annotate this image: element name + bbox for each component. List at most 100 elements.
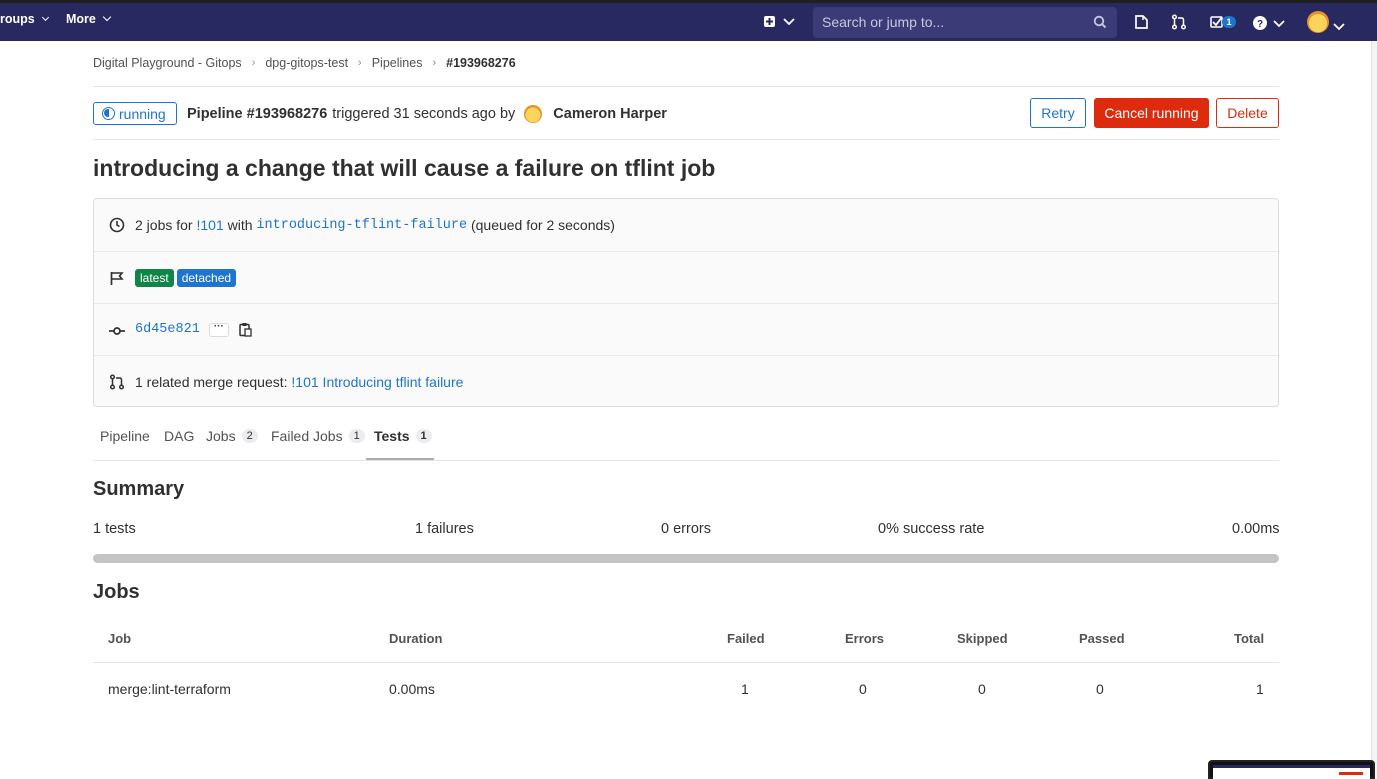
breadcrumb-current[interactable]: #193968276 <box>446 56 516 70</box>
more-label: More <box>66 12 96 26</box>
breadcrumb-separator: › <box>432 57 437 69</box>
column-header-skipped: Skipped <box>957 631 1008 646</box>
flag-icon <box>109 270 125 286</box>
screen-thumbnail <box>1208 760 1375 779</box>
breadcrumb-separator: › <box>358 57 362 69</box>
triggered-text: triggered 31 seconds ago by <box>332 106 516 122</box>
latest-badge[interactable]: latest <box>135 268 174 287</box>
summary-heading: Summary <box>93 478 185 500</box>
avatar[interactable] <box>1307 11 1329 33</box>
groups-menu[interactable]: roups <box>0 12 49 26</box>
tab-pipeline[interactable]: Pipeline <box>100 428 150 444</box>
jobs-info-row: 2 jobs for !101 with introducing-tflint-… <box>94 199 1278 251</box>
cancel-running-button[interactable]: Cancel running <box>1094 98 1209 128</box>
merge-request-icon[interactable] <box>1171 14 1187 33</box>
job-name-cell[interactable]: merge:lint-terraform <box>108 681 231 697</box>
column-header-passed: Passed <box>1079 631 1125 646</box>
detached-badge[interactable]: detached <box>176 268 237 287</box>
badges-row: latest detached <box>94 251 1278 303</box>
breadcrumb-project[interactable]: dpg-gitops-test <box>265 56 348 70</box>
tab-label: Jobs <box>206 428 236 444</box>
top-navbar: roups More Search or jump to... 1 ? <box>0 0 1377 41</box>
summary-duration: 0.00ms <box>1232 521 1280 537</box>
status-badge[interactable]: running <box>93 102 177 125</box>
jobs-heading: Jobs <box>93 581 140 603</box>
active-tab-indicator <box>366 458 434 460</box>
related-mr-row: 1 related merge request: !101 Introducin… <box>94 355 1278 407</box>
tab-count: 1 <box>348 429 365 443</box>
pipeline-info-box: 2 jobs for !101 with introducing-tflint-… <box>93 198 1279 407</box>
mr-ref-link[interactable]: !101 <box>196 217 223 233</box>
skipped-cell: 0 <box>978 681 986 697</box>
breadcrumb-group[interactable]: Digital Playground - Gitops <box>93 56 242 70</box>
breadcrumb-separator: › <box>251 57 256 69</box>
search-input[interactable]: Search or jump to... <box>813 7 1117 38</box>
copy-icon[interactable] <box>239 322 252 337</box>
summary-success-rate: 0% success rate <box>878 521 985 537</box>
related-mr-text: 1 related merge request: <box>135 373 288 390</box>
issues-icon[interactable] <box>1134 14 1150 33</box>
summary-failures: 1 failures <box>415 521 474 537</box>
pipeline-label: Pipeline #193968276 <box>187 106 328 122</box>
delete-button[interactable]: Delete <box>1216 98 1279 128</box>
success-progress-bar <box>93 554 1279 563</box>
breadcrumb: Digital Playground - Gitops › dpg-gitops… <box>93 56 516 70</box>
commit-icon <box>109 322 125 338</box>
tab-jobs[interactable]: Jobs 2 <box>206 428 258 444</box>
scrollbar[interactable] <box>1371 41 1377 779</box>
more-menu[interactable]: More <box>66 12 112 26</box>
ellipsis-button[interactable]: ··· <box>208 321 229 337</box>
divider <box>93 86 1279 87</box>
breadcrumb-pipelines[interactable]: Pipelines <box>372 56 423 70</box>
table-divider <box>93 662 1279 663</box>
summary-errors: 0 errors <box>661 521 711 537</box>
tab-label: Tests <box>374 428 410 444</box>
commit-sha-link[interactable]: 6d45e821 <box>135 322 200 337</box>
tab-tests[interactable]: Tests 1 <box>374 428 432 444</box>
total-cell: 1 <box>1256 681 1264 697</box>
failed-cell: 1 <box>741 681 749 697</box>
pipeline-header-info: Pipeline #193968276 triggered 31 seconds… <box>187 105 667 123</box>
tab-count: 1 <box>415 429 432 443</box>
passed-cell: 0 <box>1096 681 1104 697</box>
author-avatar[interactable] <box>524 105 543 123</box>
pipeline-tabs: Pipeline DAG Jobs 2 Failed Jobs 1 Tests … <box>93 420 1279 461</box>
search-placeholder: Search or jump to... <box>822 14 945 30</box>
running-icon <box>102 107 115 120</box>
new-item-button[interactable] <box>763 15 797 32</box>
column-header-job: Job <box>108 631 132 646</box>
todo-count-badge: 1 <box>1222 16 1236 28</box>
errors-cell: 0 <box>859 681 867 697</box>
tab-label: Pipeline <box>100 428 150 444</box>
tab-failed-jobs[interactable]: Failed Jobs 1 <box>271 428 365 444</box>
chevron-down-icon[interactable] <box>1333 18 1345 34</box>
summary-tests: 1 tests <box>93 521 136 537</box>
search-icon <box>1093 15 1107 29</box>
merge-request-icon <box>109 373 125 390</box>
chevron-down-icon <box>102 12 112 22</box>
commit-row: 6d45e821 ··· <box>94 303 1278 355</box>
column-header-duration: Duration <box>389 631 443 646</box>
related-mr-link[interactable]: !101 Introducing tflint failure <box>291 374 463 390</box>
column-header-failed: Failed <box>727 631 765 646</box>
queued-text: (queued for 2 seconds) <box>470 217 615 233</box>
tab-dag[interactable]: DAG <box>164 428 194 444</box>
author-name[interactable]: Cameron Harper <box>553 106 667 122</box>
groups-label: roups <box>0 12 35 26</box>
column-header-total: Total <box>1234 631 1265 646</box>
branch-link[interactable]: introducing-tflint-failure <box>256 218 467 233</box>
help-menu[interactable]: ? <box>1252 15 1286 34</box>
clock-icon <box>109 217 125 233</box>
tab-label: Failed Jobs <box>271 428 343 444</box>
tab-count: 2 <box>241 429 258 443</box>
duration-cell: 0.00ms <box>389 681 435 697</box>
retry-button[interactable]: Retry <box>1030 98 1086 128</box>
svg-text:?: ? <box>1257 19 1263 30</box>
column-header-errors: Errors <box>845 631 885 646</box>
tab-label: DAG <box>164 428 195 444</box>
jobs-count-text: 2 jobs for <box>135 217 193 233</box>
with-text: with <box>227 217 253 233</box>
chevron-down-icon <box>41 13 49 21</box>
page-title: introducing a change that will cause a f… <box>93 155 716 181</box>
divider <box>93 139 1279 140</box>
